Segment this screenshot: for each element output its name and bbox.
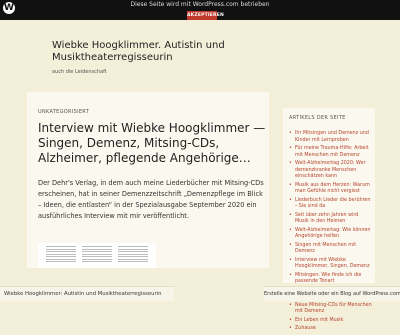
post-title[interactable]: Interview mit Wiebke Hoogklimmer — Singe… (38, 121, 270, 166)
sidebar-item-label[interactable]: Zuhause (295, 326, 316, 331)
sidebar-item[interactable]: • Welt-Alzheimertag 2020: Wer demenzkrank… (289, 161, 373, 183)
sidebar-item[interactable]: • Welt-Alzheimertag: Wie können Angehörig… (289, 228, 373, 243)
sidebar-title: ARTIKELS DER SEITE (289, 115, 346, 121)
sidebar-list: • Ihr Mitsingen und Demenz und Kinder mit… (289, 131, 373, 335)
bullet-icon: • (289, 272, 292, 278)
status-bar-left[interactable]: Wiebke Hoogklimmer: Autistin und Musikth… (0, 286, 174, 301)
thumbnail-column (46, 246, 76, 266)
sidebar-item[interactable]: • Neue Mitsing-CDs für Menschen mit Demen… (289, 303, 373, 318)
sidebar-item-label[interactable]: Welt-Alzheimertag 2020: Wer demenzkranke… (295, 161, 365, 179)
sidebar-item[interactable]: • Singen mit Menschen mit Demenz (289, 243, 373, 258)
bullet-icon: • (289, 257, 292, 263)
sidebar-item-label[interactable]: Für meine Trauma-Hilfe: Arbeit mit Mensc… (295, 146, 369, 158)
sidebar-item[interactable]: • Ihr Mitsingen und Demenz und Kinder mit… (289, 131, 373, 146)
sidebar-item-label[interactable]: Ihr Mitsingen und Demenz und Kinder mit … (295, 131, 369, 143)
sidebar-item[interactable]: • Musik aus dem Herzen: Warum man Gefühle… (289, 183, 373, 198)
accept-button[interactable]: AKZEPTIEREN (187, 11, 224, 20)
status-bar-right[interactable]: Erstelle eine Website oder ein Blog auf … (264, 286, 400, 301)
post-category[interactable]: UNKATEGORISIERT (38, 109, 89, 115)
bullet-icon: • (289, 146, 292, 151)
bullet-icon: • (289, 326, 292, 331)
site-tagline: auch die Leidenschaft (52, 69, 107, 75)
admin-bar-text: Diese Seite wird mit WordPress.com betri… (130, 1, 270, 8)
bullet-icon: • (289, 197, 292, 203)
sidebar-item-label[interactable]: Singen mit Menschen mit Demenz (295, 243, 356, 255)
sidebar-item-label[interactable]: Neue Mitsing-CDs für Menschen mit Demenz (295, 303, 372, 315)
thumbnail-column (118, 246, 148, 266)
thumbnail-column (82, 246, 112, 266)
sidebar-item-label[interactable]: Liederbuch Lieder die berühren – Sie sin… (295, 198, 370, 210)
sidebar-item-label[interactable]: Interview mit Wiebke Hoogklimmer, Singen… (295, 258, 370, 270)
thumbnail-text-columns (46, 246, 148, 266)
bullet-icon: • (289, 242, 292, 248)
sidebar-item-label[interactable]: Welt-Alzheimertag: Wie können Angehörige… (295, 228, 370, 240)
bullet-icon: • (289, 131, 292, 136)
sidebar-item-label[interactable]: Mitsingen: Wie finde ich die passende To… (295, 273, 361, 285)
post-thumbnail[interactable] (38, 243, 156, 268)
sidebar-item-label[interactable]: Ein Leben mit Musik (295, 318, 343, 323)
bullet-icon: • (289, 161, 292, 166)
sidebar-item[interactable]: • Liederbuch Lieder die berühren – Sie si… (289, 198, 373, 213)
sidebar-item-label[interactable]: Musik aus dem Herzen: Warum man Gefühle … (295, 183, 370, 195)
bullet-icon: • (289, 182, 292, 188)
bullet-icon: • (289, 317, 292, 323)
bullet-icon: • (289, 302, 292, 308)
sidebar-item[interactable]: • Für meine Trauma-Hilfe: Arbeit mit Mens… (289, 146, 373, 161)
bullet-icon: • (289, 227, 292, 233)
sidebar-item[interactable]: • Ein Leben mit Musik (289, 318, 373, 327)
admin-bar: W Diese Seite wird mit WordPress.com bet… (0, 0, 400, 20)
sidebar-item-label[interactable]: Seit über zehn Jahren wird Musik in den … (295, 213, 358, 225)
sidebar-item[interactable]: • Seit über zehn Jahren wird Musik in den… (289, 213, 373, 228)
bullet-icon: • (289, 212, 292, 218)
sidebar-item[interactable]: • Zuhause (289, 326, 373, 335)
site-title[interactable]: Wiebke Hoogklimmer. Autistin und Musikth… (52, 40, 242, 64)
post-excerpt: Der Dehr's Verlag, in dem auch meine Lie… (38, 179, 264, 220)
sidebar-item[interactable]: • Interview mit Wiebke Hoogklimmer, Singe… (289, 258, 373, 273)
